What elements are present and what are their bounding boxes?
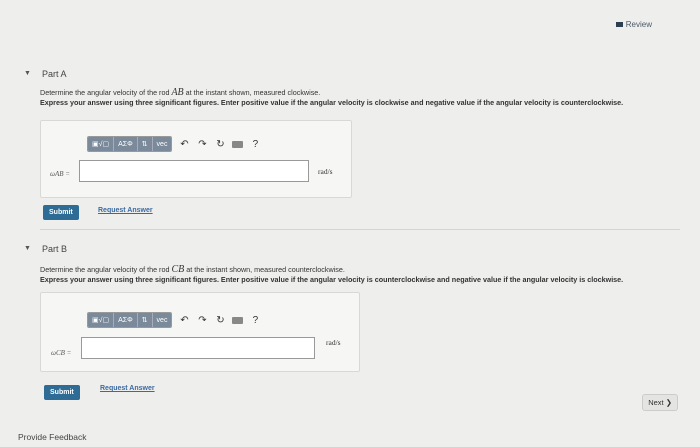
part-a-request-answer-link[interactable]: Request Answer [98, 207, 153, 214]
templates-button[interactable]: ▣√▢ [88, 313, 115, 327]
help-icon[interactable]: ? [249, 315, 261, 326]
reset-icon[interactable]: ↻ [214, 315, 226, 326]
arrows-button[interactable]: ⇅ [137, 313, 153, 327]
part-a-answer-box: ▣√▢ ΑΣΦ ⇅ vec ↶ ↷ ↻ ? ωAB = rad/s [40, 120, 352, 198]
section-divider [40, 229, 680, 230]
help-icon[interactable]: ? [249, 139, 261, 150]
part-a-template-group: ▣√▢ ΑΣΦ ⇅ vec [87, 136, 173, 152]
vec-button[interactable]: vec [152, 313, 172, 327]
part-a-unit: rad/s [318, 167, 333, 176]
undo-icon[interactable]: ↶ [178, 315, 190, 326]
part-b-unit: rad/s [326, 338, 341, 347]
rod-ab-label: AB [171, 87, 184, 98]
collapse-part-a-icon[interactable]: ▼ [24, 70, 31, 77]
redo-icon[interactable]: ↷ [196, 315, 208, 326]
part-b-variable-label: ωCB = [51, 349, 72, 357]
part-b-instructions: Express your answer using three signific… [40, 275, 624, 284]
reset-icon[interactable]: ↻ [214, 139, 226, 150]
review-icon [615, 22, 623, 27]
part-a-instructions: Express your answer using three signific… [40, 98, 624, 107]
collapse-part-b-icon[interactable]: ▼ [24, 245, 31, 252]
part-b-toolbar: ▣√▢ ΑΣΦ ⇅ vec ↶ ↷ ↻ ? [87, 312, 261, 328]
keyboard-icon[interactable] [232, 140, 244, 148]
greek-button[interactable]: ΑΣΦ [114, 313, 138, 327]
rod-cb-label: CB [171, 264, 185, 275]
next-button[interactable]: Next ❯ [642, 394, 678, 411]
part-b-request-answer-link[interactable]: Request Answer [100, 385, 155, 392]
part-b-submit-button[interactable]: Submit [44, 385, 80, 400]
part-a-question: Determine the angular velocity of the ro… [40, 87, 321, 98]
part-a-submit-button[interactable]: Submit [43, 205, 79, 220]
part-a-answer-input[interactable] [79, 160, 309, 182]
part-b-question: Determine the angular velocity of the ro… [40, 264, 345, 275]
part-a-variable-label: ωAB = [50, 170, 70, 178]
provide-feedback-link[interactable]: Provide Feedback [18, 432, 87, 442]
part-b-template-group: ▣√▢ ΑΣΦ ⇅ vec [87, 312, 173, 328]
review-link[interactable]: Review [615, 20, 652, 29]
arrows-button[interactable]: ⇅ [137, 137, 153, 151]
part-b-answer-box: ▣√▢ ΑΣΦ ⇅ vec ↶ ↷ ↻ ? ωCB = rad/s [40, 292, 360, 372]
part-b-title: Part B [42, 244, 68, 254]
undo-icon[interactable]: ↶ [178, 139, 190, 150]
templates-button[interactable]: ▣√▢ [88, 137, 115, 151]
keyboard-icon[interactable] [232, 316, 244, 324]
part-a-title: Part A [42, 69, 67, 79]
greek-button[interactable]: ΑΣΦ [114, 137, 138, 151]
part-b-answer-input[interactable] [81, 337, 315, 359]
review-label: Review [625, 20, 652, 29]
vec-button[interactable]: vec [152, 137, 172, 151]
redo-icon[interactable]: ↷ [196, 139, 208, 150]
part-a-toolbar: ▣√▢ ΑΣΦ ⇅ vec ↶ ↷ ↻ ? [87, 136, 261, 152]
